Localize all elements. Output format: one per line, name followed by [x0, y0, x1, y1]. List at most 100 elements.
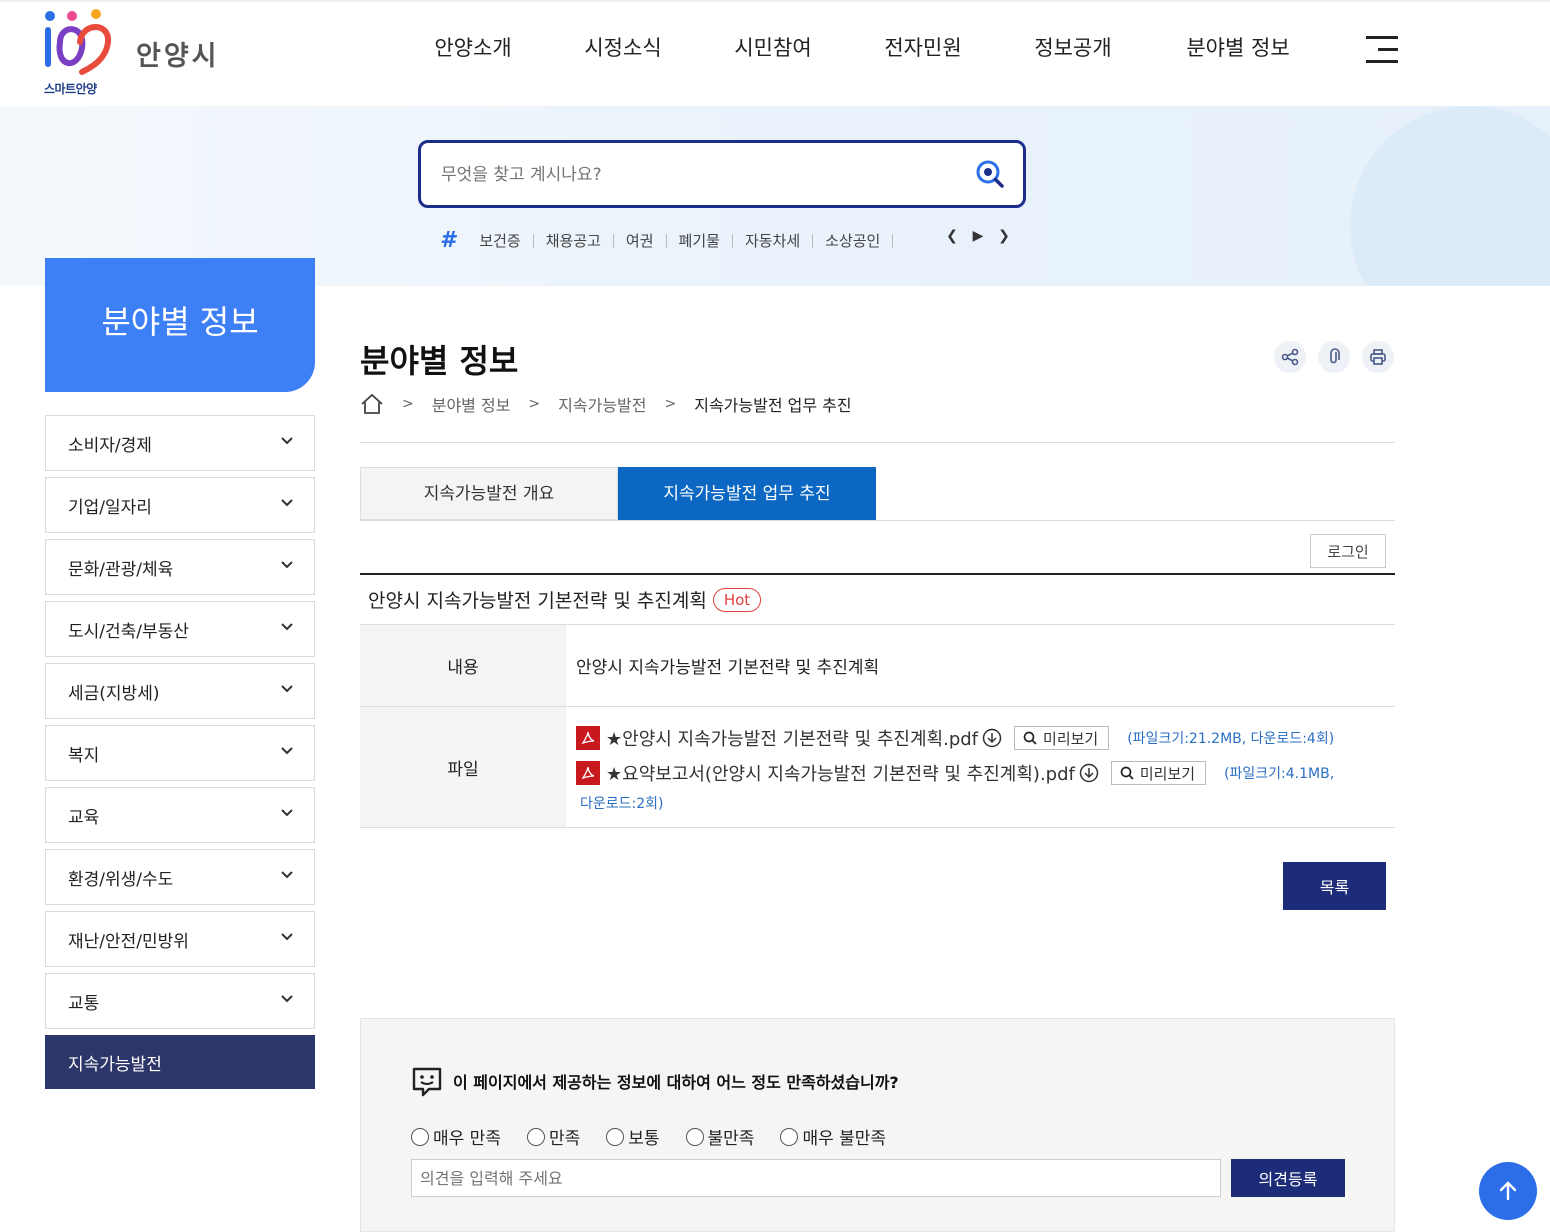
print-icon [1370, 349, 1386, 365]
keyword-link[interactable]: 폐기물 [667, 233, 733, 248]
search-input[interactable] [441, 161, 941, 189]
chevron-down-icon [281, 623, 293, 631]
decorative-circle [1350, 106, 1550, 286]
option-dissatisfied[interactable]: 불만족 [685, 1124, 754, 1149]
preview-button[interactable]: 미리보기 [1014, 726, 1110, 750]
file-label: 파일 [360, 707, 566, 827]
logo-city-name: 안양시 [136, 41, 220, 72]
sidebar-item-local-tax[interactable]: 세금(지방세) [45, 663, 315, 719]
breadcrumb-item[interactable]: 지속가능발전 [558, 392, 646, 416]
divider [360, 442, 1395, 443]
sidebar-item-label: 교육 [68, 807, 100, 828]
radio-button[interactable] [780, 1127, 799, 1146]
list-button[interactable]: 목록 [1283, 862, 1386, 910]
nav-item-about[interactable]: 안양소개 [398, 32, 548, 62]
chevron-down-icon [281, 685, 293, 693]
breadcrumb-separator-icon: > [664, 396, 677, 412]
post-content-row: 내용 안양시 지속가능발전 기본전략 및 추진계획 [360, 625, 1395, 707]
hamburger-icon [1366, 36, 1398, 39]
keyword-link[interactable]: 채용공고 [534, 233, 614, 248]
play-icon[interactable]: ▶ [972, 228, 984, 244]
sidebar-item-consumer-economy[interactable]: 소비자/경제 [45, 415, 315, 471]
search-box [418, 140, 1026, 208]
login-button[interactable]: 로그인 [1310, 534, 1386, 568]
file-list: ★안양시 지속가능발전 기본전략 및 추진계획.pdf 미리보기 (파일크기:2… [566, 707, 1395, 827]
chevron-down-icon [281, 499, 293, 507]
tab-sustainable-tasks[interactable]: 지속가능발전 업무 추진 [618, 467, 876, 520]
all-menu-button[interactable] [1366, 36, 1398, 66]
sidebar-item-label: 도시/건축/부동산 [68, 621, 189, 642]
share-button[interactable] [1274, 341, 1306, 373]
sidebar-item-label: 문화/관광/체육 [68, 559, 174, 580]
sidebar-item-urban-building-realestate[interactable]: 도시/건축/부동산 [45, 601, 315, 657]
scroll-top-button[interactable] [1479, 1162, 1537, 1220]
content-value: 안양시 지속가능발전 기본전략 및 추진계획 [576, 658, 880, 678]
site-header: 스마트안양 안양시 안양소개 시정소식 시민참여 전자민원 정보공개 분야별 정… [0, 0, 1550, 106]
hot-badge: Hot [712, 587, 762, 612]
keyword-link[interactable]: 소상공인 [813, 233, 894, 248]
sidebar-menu: 소비자/경제 기업/일자리 문화/관광/체육 도시/건축/부동산 세금(지방세)… [45, 415, 315, 1095]
survey-options: 매우 만족 만족 보통 불만족 매우 불만족 [411, 1124, 886, 1149]
site-logo[interactable]: 스마트안양 안양시 [42, 8, 242, 96]
sidebar-item-label: 환경/위생/수도 [68, 869, 174, 890]
pdf-icon [576, 761, 600, 785]
sidebar-item-business-jobs[interactable]: 기업/일자리 [45, 477, 315, 533]
sidebar-item-label: 기업/일자리 [68, 497, 152, 518]
option-satisfied[interactable]: 만족 [526, 1124, 580, 1149]
share-icon [1281, 348, 1299, 366]
breadcrumb-item[interactable]: 분야별 정보 [432, 392, 511, 416]
content-label: 내용 [360, 625, 566, 706]
magnifier-icon [1120, 766, 1134, 780]
file-meta: (파일크기:4.1MB, [1224, 766, 1335, 782]
option-very-dissatisfied[interactable]: 매우 불만족 [780, 1124, 886, 1149]
sidebar-item-sustainable-development[interactable]: 지속가능발전 [45, 1035, 315, 1089]
chevron-down-icon [281, 995, 293, 1003]
next-icon[interactable]: ❯ [998, 228, 1010, 244]
file-download-link[interactable]: ★안양시 지속가능발전 기본전략 및 추진계획.pdf [606, 725, 978, 751]
radio-button[interactable] [526, 1127, 545, 1146]
download-icon[interactable] [1079, 763, 1099, 783]
radio-button[interactable] [685, 1127, 704, 1146]
nav-item-news[interactable]: 시정소식 [548, 32, 698, 62]
nav-item-participation[interactable]: 시민참여 [698, 32, 848, 62]
radio-button[interactable] [606, 1127, 625, 1146]
chevron-down-icon [281, 871, 293, 879]
tab-sustainable-overview[interactable]: 지속가능발전 개요 [360, 467, 618, 520]
nav-item-info-disclosure[interactable]: 정보공개 [998, 32, 1148, 62]
file-download-link[interactable]: ★요약보고서(안양시 지속가능발전 기본전략 및 추진계획).pdf [606, 760, 1075, 786]
breadcrumb-current: 지속가능발전 업무 추진 [694, 396, 852, 415]
opinion-input[interactable] [411, 1159, 1221, 1197]
paperclip-icon [1330, 348, 1340, 364]
keyword-link[interactable]: 자동차세 [733, 233, 814, 248]
page-tools [1274, 341, 1394, 373]
print-button[interactable] [1362, 341, 1394, 373]
main-nav: 안양소개 시정소식 시민참여 전자민원 정보공개 분야별 정보 [398, 32, 1328, 62]
sidebar-title: 분야별 정보 [45, 258, 315, 392]
preview-label: 미리보기 [1043, 729, 1099, 748]
sidebar-item-welfare[interactable]: 복지 [45, 725, 315, 781]
logo-subtitle: 스마트안양 [44, 82, 97, 96]
preview-label: 미리보기 [1139, 764, 1196, 783]
sidebar-item-culture-tourism-sports[interactable]: 문화/관광/체육 [45, 539, 315, 595]
sidebar-item-education[interactable]: 교육 [45, 787, 315, 843]
download-icon[interactable] [982, 728, 1002, 748]
option-neutral[interactable]: 보통 [606, 1124, 660, 1149]
popular-keywords: # 보건증 채용공고 여권 폐기물 자동차세 소상공인 [440, 228, 894, 253]
sidebar-item-traffic[interactable]: 교통 [45, 973, 315, 1029]
keyword-link[interactable]: 여권 [614, 233, 667, 248]
nav-item-field-info[interactable]: 분야별 정보 [1148, 32, 1328, 62]
sidebar-item-environment[interactable]: 환경/위생/수도 [45, 849, 315, 905]
home-icon[interactable] [360, 393, 384, 415]
radio-button[interactable] [411, 1127, 429, 1146]
url-copy-button[interactable] [1318, 341, 1350, 373]
opinion-submit-button[interactable]: 의견등록 [1231, 1159, 1345, 1197]
sidebar-item-disaster-safety[interactable]: 재난/안전/민방위 [45, 911, 315, 967]
search-icon[interactable] [975, 159, 1005, 189]
nav-item-e-civil[interactable]: 전자민원 [848, 32, 998, 62]
sidebar-item-label: 복지 [68, 745, 100, 766]
option-very-satisfied[interactable]: 매우 만족 [411, 1124, 501, 1149]
preview-button[interactable]: 미리보기 [1110, 761, 1207, 785]
chevron-down-icon [281, 437, 293, 445]
keyword-link[interactable]: 보건증 [467, 233, 534, 248]
prev-icon[interactable]: ❮ [946, 228, 958, 244]
